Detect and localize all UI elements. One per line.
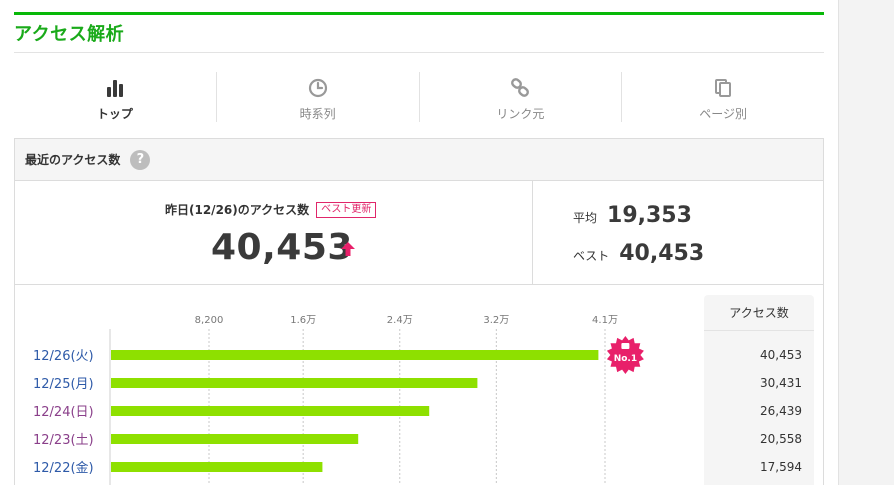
top-accent-rule (14, 12, 824, 15)
chart-bar (111, 462, 323, 472)
chart-category-label: 12/26(火) (33, 349, 94, 364)
chart-category-label: 12/22(金) (33, 460, 94, 476)
access-chart-area: 8,200 1.6万 2.4万 3.2万 4.1万 12/26(火) 12/25(月) 12/… (15, 285, 823, 485)
bar-chart-icon (105, 78, 125, 98)
best-update-badge: ベスト更新 (316, 201, 377, 218)
right-gutter (838, 0, 894, 485)
recent-access-panel: 最近のアクセス数 ? 昨日(12/26)のアクセス数 ベスト更新 40,453 … (14, 138, 824, 485)
chart-tick-label: 3.2万 (483, 315, 509, 326)
page-title: アクセス解析 (14, 24, 125, 45)
yesterday-summary: 昨日(12/26)のアクセス数 ベスト更新 40,453 (15, 181, 533, 285)
tab-bar: トップ 時系列 リンク元 ページ別 (14, 72, 824, 122)
chart-category-label: 12/23(土) (33, 433, 94, 448)
chart-bar (111, 350, 599, 360)
yesterday-label: 昨日(12/26)のアクセス数 (165, 203, 310, 217)
table-header: アクセス数 (704, 295, 814, 331)
access-analysis-section: アクセス解析 トップ 時系列 リンク元 ページ別 最近のアクセス数 ? 昨日(1… (14, 0, 824, 485)
tab-pages-label: ページ別 (699, 107, 747, 121)
tab-referrer[interactable]: リンク元 (420, 72, 623, 122)
tab-referrer-label: リンク元 (496, 107, 545, 121)
best-label: ベスト (573, 249, 610, 263)
summary-row: 昨日(12/26)のアクセス数 ベスト更新 40,453 平均 19,353 ベ… (15, 181, 823, 285)
link-icon (510, 78, 530, 98)
access-count-table: アクセス数 40,453 30,431 26,439 20,558 17,594 (704, 295, 814, 485)
best-stat: ベスト 40,453 (573, 241, 704, 266)
tab-pages[interactable]: ページ別 (622, 72, 824, 122)
tab-timeseries-label: 時系列 (299, 107, 336, 121)
up-arrow-icon (340, 241, 356, 261)
table-cell: 17,594 (760, 460, 802, 474)
chart-category-label: 12/25(月) (33, 377, 94, 392)
tab-timeseries[interactable]: 時系列 (217, 72, 420, 122)
yesterday-count: 40,453 (211, 227, 353, 268)
pages-icon (713, 78, 733, 98)
chart-tick-label: 8,200 (195, 315, 224, 326)
tab-top[interactable]: トップ (14, 72, 217, 122)
average-stat: 平均 19,353 (573, 203, 692, 228)
best-value: 40,453 (619, 241, 705, 266)
tab-top-label: トップ (96, 107, 133, 121)
title-divider (14, 52, 824, 53)
chart-tick-label: 1.6万 (290, 315, 316, 326)
chart-bar (111, 406, 430, 416)
average-label: 平均 (573, 211, 598, 225)
chart-category-label: 12/24(日) (33, 405, 94, 420)
no1-badge-label: No.1 (614, 354, 637, 364)
no1-badge-crown (621, 343, 630, 349)
table-cell: 20,558 (760, 432, 802, 446)
table-cell: 26,439 (760, 404, 802, 418)
table-cell: 30,431 (760, 376, 802, 390)
panel-title: 最近のアクセス数 (25, 153, 121, 167)
chart-tick-label: 4.1万 (592, 315, 618, 326)
panel-header: 最近のアクセス数 ? (15, 139, 823, 181)
access-bar-chart: 8,200 1.6万 2.4万 3.2万 4.1万 12/26(火) 12/25(月) 12/… (33, 315, 644, 485)
chart-tick-label: 2.4万 (387, 315, 413, 326)
chart-bar (111, 378, 478, 388)
table-cell: 40,453 (760, 348, 802, 362)
help-icon[interactable]: ? (130, 149, 151, 170)
chart-bar (111, 434, 359, 444)
average-value: 19,353 (607, 203, 692, 228)
clock-icon (308, 78, 328, 98)
